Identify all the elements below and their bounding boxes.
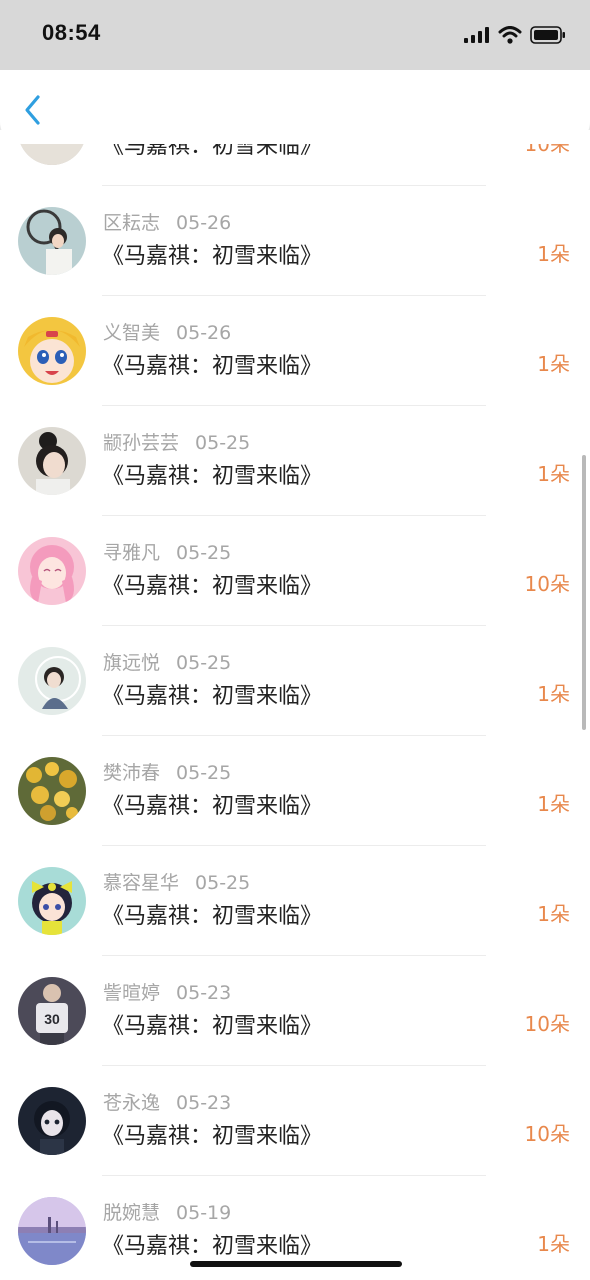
- record-date: 05-25: [195, 872, 251, 894]
- list-item[interactable]: 旗远悦 05-25 《马嘉祺：初雪来临》 1朵: [0, 626, 590, 736]
- list-item[interactable]: 30 訾暄婷 05-23 《马嘉祺：初雪来临》 10朵: [0, 956, 590, 1066]
- avatar[interactable]: [18, 317, 86, 385]
- flower-count: 1朵: [537, 682, 570, 706]
- flower-count: 1朵: [537, 242, 570, 266]
- record-date: 05-26: [176, 212, 232, 234]
- signal-icon: [464, 27, 489, 43]
- list-item[interactable]: 寻雅凡 05-25 《马嘉祺：初雪来临》 10朵: [0, 516, 590, 626]
- user-name: 寻雅凡: [103, 542, 161, 564]
- record-date: 05-26: [176, 322, 232, 344]
- list-item[interactable]: 义智美 05-26 《马嘉祺：初雪来临》 1朵: [0, 296, 590, 406]
- avatar[interactable]: [18, 647, 86, 715]
- wifi-icon: [498, 26, 522, 44]
- avatar-anime-bow: [18, 867, 86, 935]
- book-title: 《马嘉祺：初雪来临》: [102, 684, 323, 709]
- user-name: 樊沛春: [103, 762, 161, 784]
- item-meta: 寻雅凡 05-25: [103, 538, 231, 565]
- book-title: 《马嘉祺：初雪来临》: [102, 1014, 323, 1039]
- flower-count: 10朵: [524, 1012, 570, 1036]
- avatar[interactable]: [18, 207, 86, 275]
- avatar[interactable]: [18, 867, 86, 935]
- battery-icon: [530, 26, 565, 44]
- record-date: 05-25: [176, 652, 232, 674]
- avatar[interactable]: 30: [18, 977, 86, 1045]
- list-item[interactable]: 樊沛春 05-25 《马嘉祺：初雪来临》 1朵: [0, 736, 590, 846]
- avatar-sailor-moon: [18, 317, 86, 385]
- user-name: 訾暄婷: [103, 982, 161, 1004]
- list-item[interactable]: 区耘志 05-26 《马嘉祺：初雪来临》 1朵: [0, 186, 590, 296]
- book-title: 《马嘉祺：初雪来临》: [102, 1124, 323, 1149]
- gift-record-list[interactable]: 《马嘉祺：初雪来临》 10朵 区耘志 05-26 《马嘉祺：初雪来临》 1朵 义智美 05-2…: [0, 130, 590, 1280]
- record-date: 05-23: [176, 1092, 232, 1114]
- avatar-girl-bun: [18, 427, 86, 495]
- status-icons: [464, 24, 566, 46]
- book-title: 《马嘉祺：初雪来临》: [102, 464, 323, 489]
- record-date: 05-23: [176, 982, 232, 1004]
- avatar-jersey-boy: 30: [18, 977, 86, 1045]
- list-item[interactable]: 颛孙芸芸 05-25 《马嘉祺：初雪来临》 1朵: [0, 406, 590, 516]
- item-meta: 苍永逸 05-23: [103, 1088, 231, 1115]
- flower-count: 1朵: [537, 462, 570, 486]
- record-date: 05-25: [176, 762, 232, 784]
- user-name: 脱婉慧: [103, 1202, 161, 1224]
- flower-count: 1朵: [537, 1232, 570, 1256]
- svg-text:30: 30: [44, 1011, 60, 1027]
- avatar[interactable]: [18, 1197, 86, 1265]
- item-meta: 义智美 05-26: [103, 318, 231, 345]
- avatar[interactable]: [18, 537, 86, 605]
- book-title: 《马嘉祺：初雪来临》: [102, 1234, 323, 1259]
- item-meta: 脱婉慧 05-19: [103, 1198, 231, 1225]
- chevron-left-icon: [25, 95, 40, 125]
- item-meta: 慕容星华 05-25: [103, 868, 250, 895]
- status-time: 08:54: [42, 20, 101, 45]
- flower-count: 1朵: [537, 902, 570, 926]
- avatar-yellow-flowers: [18, 757, 86, 825]
- avatar-pink-anime: [18, 537, 86, 605]
- flower-count: 10朵: [524, 572, 570, 596]
- record-date: 05-25: [176, 542, 232, 564]
- navigation-bar: [0, 70, 590, 144]
- user-name: 颛孙芸芸: [103, 432, 180, 454]
- book-title: 《马嘉祺：初雪来临》: [102, 244, 323, 269]
- list-item[interactable]: 苍永逸 05-23 《马嘉祺：初雪来临》 10朵: [0, 1066, 590, 1176]
- book-title: 《马嘉祺：初雪来临》: [102, 794, 323, 819]
- avatar[interactable]: [18, 757, 86, 825]
- user-name: 慕容星华: [103, 872, 180, 894]
- item-meta: 颛孙芸芸 05-25: [103, 428, 250, 455]
- status-bar: 08:54: [0, 0, 590, 70]
- avatar[interactable]: [18, 1087, 86, 1155]
- user-name: 苍永逸: [103, 1092, 161, 1114]
- user-name: 区耘志: [103, 212, 161, 234]
- avatar-sunset-lake: [18, 1197, 86, 1265]
- avatar-girl-circle: [18, 647, 86, 715]
- avatar-tennis-girl: [18, 207, 86, 275]
- book-title: 《马嘉祺：初雪来临》: [102, 354, 323, 379]
- avatar-dark-anime: [18, 1087, 86, 1155]
- book-title: 《马嘉祺：初雪来临》: [102, 904, 323, 929]
- item-meta: 旗远悦 05-25: [103, 648, 231, 675]
- flower-count: 1朵: [537, 352, 570, 376]
- avatar[interactable]: [18, 427, 86, 495]
- item-meta: 樊沛春 05-25: [103, 758, 231, 785]
- book-title: 《马嘉祺：初雪来临》: [102, 574, 323, 599]
- item-meta: 区耘志 05-26: [103, 208, 231, 235]
- flower-count: 1朵: [537, 792, 570, 816]
- user-name: 义智美: [103, 322, 161, 344]
- back-button[interactable]: [18, 92, 48, 128]
- home-indicator[interactable]: [190, 1261, 402, 1267]
- record-date: 05-19: [176, 1202, 232, 1224]
- list-container: 《马嘉祺：初雪来临》 10朵 区耘志 05-26 《马嘉祺：初雪来临》 1朵 义智美 05-2…: [0, 130, 590, 1280]
- user-name: 旗远悦: [103, 652, 161, 674]
- scrollbar[interactable]: [582, 455, 586, 730]
- list-item[interactable]: 慕容星华 05-25 《马嘉祺：初雪来临》 1朵: [0, 846, 590, 956]
- item-meta: 訾暄婷 05-23: [103, 978, 231, 1005]
- flower-count: 10朵: [524, 1122, 570, 1146]
- record-date: 05-25: [195, 432, 251, 454]
